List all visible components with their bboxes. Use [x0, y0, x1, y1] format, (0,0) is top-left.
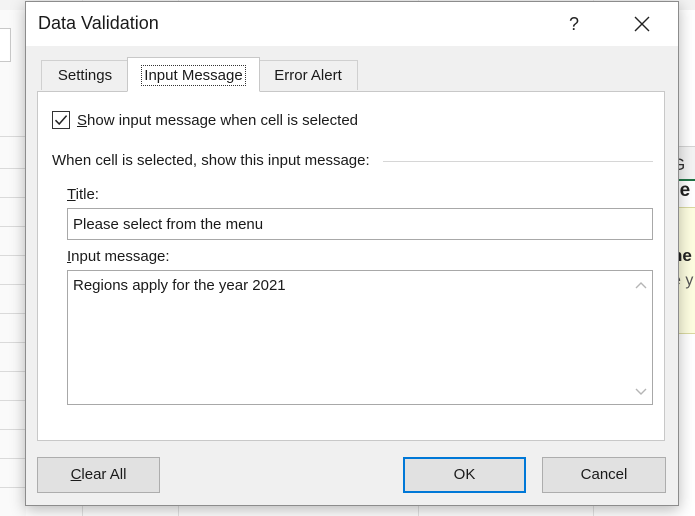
- row-divider: [0, 429, 26, 430]
- chevron-up-icon: [635, 282, 647, 289]
- cancel-button[interactable]: Cancel: [542, 457, 666, 493]
- row-divider: [0, 255, 26, 256]
- row-divider: [0, 487, 26, 488]
- show-input-message-label: Show input message when cell is selected: [77, 111, 358, 129]
- scroll-down-button[interactable]: [632, 382, 650, 400]
- row-divider: [0, 284, 26, 285]
- scroll-up-button[interactable]: [632, 277, 650, 295]
- tab-settings[interactable]: Settings: [41, 60, 129, 90]
- row-divider: [0, 313, 26, 314]
- group-divider: [383, 161, 653, 162]
- checkmark-icon: [54, 115, 68, 126]
- title-bar: Data Validation ?: [26, 2, 678, 46]
- tab-input-message[interactable]: Input Message: [127, 57, 260, 92]
- row-divider: [0, 136, 26, 137]
- tab-settings-label: Settings: [57, 67, 113, 84]
- input-message-panel: Show input message when cell is selected…: [37, 91, 665, 441]
- tab-error-alert[interactable]: Error Alert: [258, 60, 358, 90]
- show-input-message-checkbox[interactable]: [52, 111, 70, 129]
- row-divider: [0, 371, 26, 372]
- group-label: When cell is selected, show this input m…: [52, 152, 376, 169]
- row-divider: [0, 342, 26, 343]
- close-icon: [634, 16, 650, 32]
- title-field-label: Title:: [67, 186, 99, 203]
- input-message-label: Input message:: [67, 248, 170, 265]
- data-validation-dialog: Data Validation ? Settings Input Message…: [25, 1, 679, 506]
- input-message-text: Regions apply for the year 2021: [73, 277, 286, 294]
- close-button[interactable]: [628, 10, 656, 38]
- row-divider: [0, 226, 26, 227]
- row-divider: [0, 400, 26, 401]
- show-input-message-option[interactable]: Show input message when cell is selected: [52, 109, 358, 131]
- chevron-down-icon: [635, 388, 647, 395]
- row-divider: [0, 168, 26, 169]
- row-divider: [0, 458, 26, 459]
- clear-all-button[interactable]: Clear All: [37, 457, 160, 493]
- tab-input-message-label: Input Message: [141, 65, 246, 86]
- name-box-edge[interactable]: [0, 28, 11, 62]
- ok-button[interactable]: OK: [403, 457, 526, 493]
- title-input[interactable]: [67, 208, 653, 240]
- tab-error-alert-label: Error Alert: [274, 67, 342, 84]
- row-divider: [0, 197, 26, 198]
- input-message-textarea[interactable]: Regions apply for the year 2021: [67, 270, 653, 405]
- help-button[interactable]: ?: [562, 10, 586, 38]
- dialog-title: Data Validation: [38, 13, 159, 33]
- sheet-left-edge: [0, 10, 26, 516]
